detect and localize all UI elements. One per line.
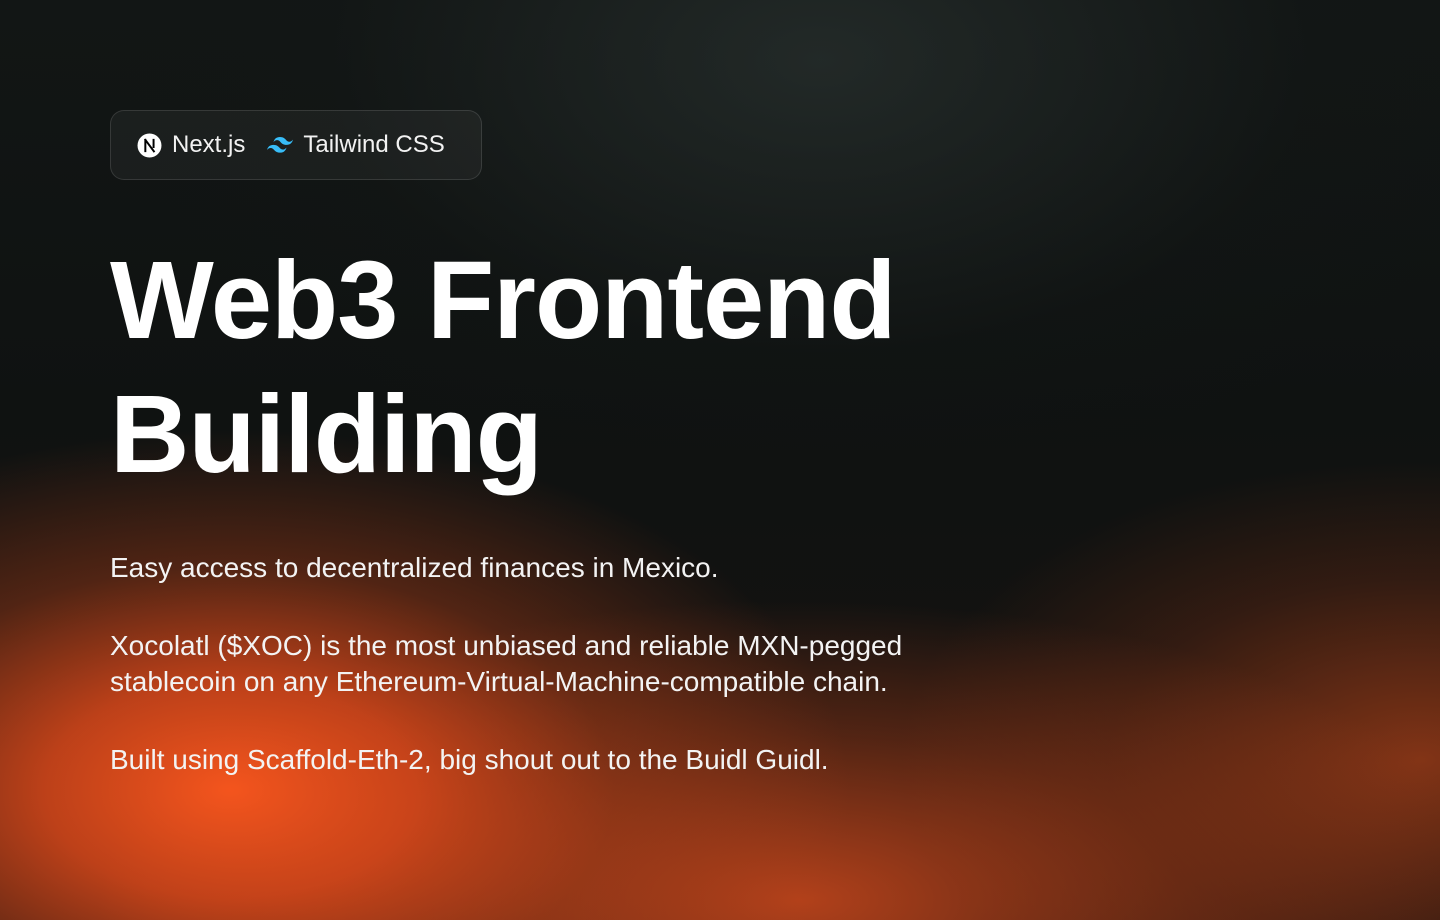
tech-item-tailwind: Tailwind CSS (267, 131, 445, 159)
xoc-description-line-2: stablecoin on any Ethereum-Virtual-Machi… (110, 666, 888, 697)
tech-item-label: Next.js (172, 131, 246, 158)
tailwind-logo-icon (267, 132, 294, 158)
page-title-line-2: Building (110, 373, 543, 496)
xoc-description: Xocolatl ($XOC) is the most unbiased and… (110, 628, 1110, 700)
credits-text: Built using Scaffold-Eth-2, big shout ou… (110, 744, 829, 775)
tagline-text: Easy access to decentralized finances in… (110, 552, 719, 583)
hero-section: Next.js Tailwind CSS Web3 Frontend Build… (110, 110, 1110, 778)
tech-item-label: Tailwind CSS (303, 131, 445, 158)
tech-stack-badge: Next.js Tailwind CSS (110, 110, 482, 180)
hero-description: Easy access to decentralized finances in… (110, 550, 1110, 778)
page-title-line-1: Web3 Frontend (110, 239, 897, 362)
tech-item-nextjs: Next.js (136, 131, 245, 159)
page-title: Web3 Frontend Building (110, 234, 1110, 502)
xoc-description-line-1: Xocolatl ($XOC) is the most unbiased and… (110, 630, 903, 661)
nextjs-logo-icon (136, 132, 162, 158)
